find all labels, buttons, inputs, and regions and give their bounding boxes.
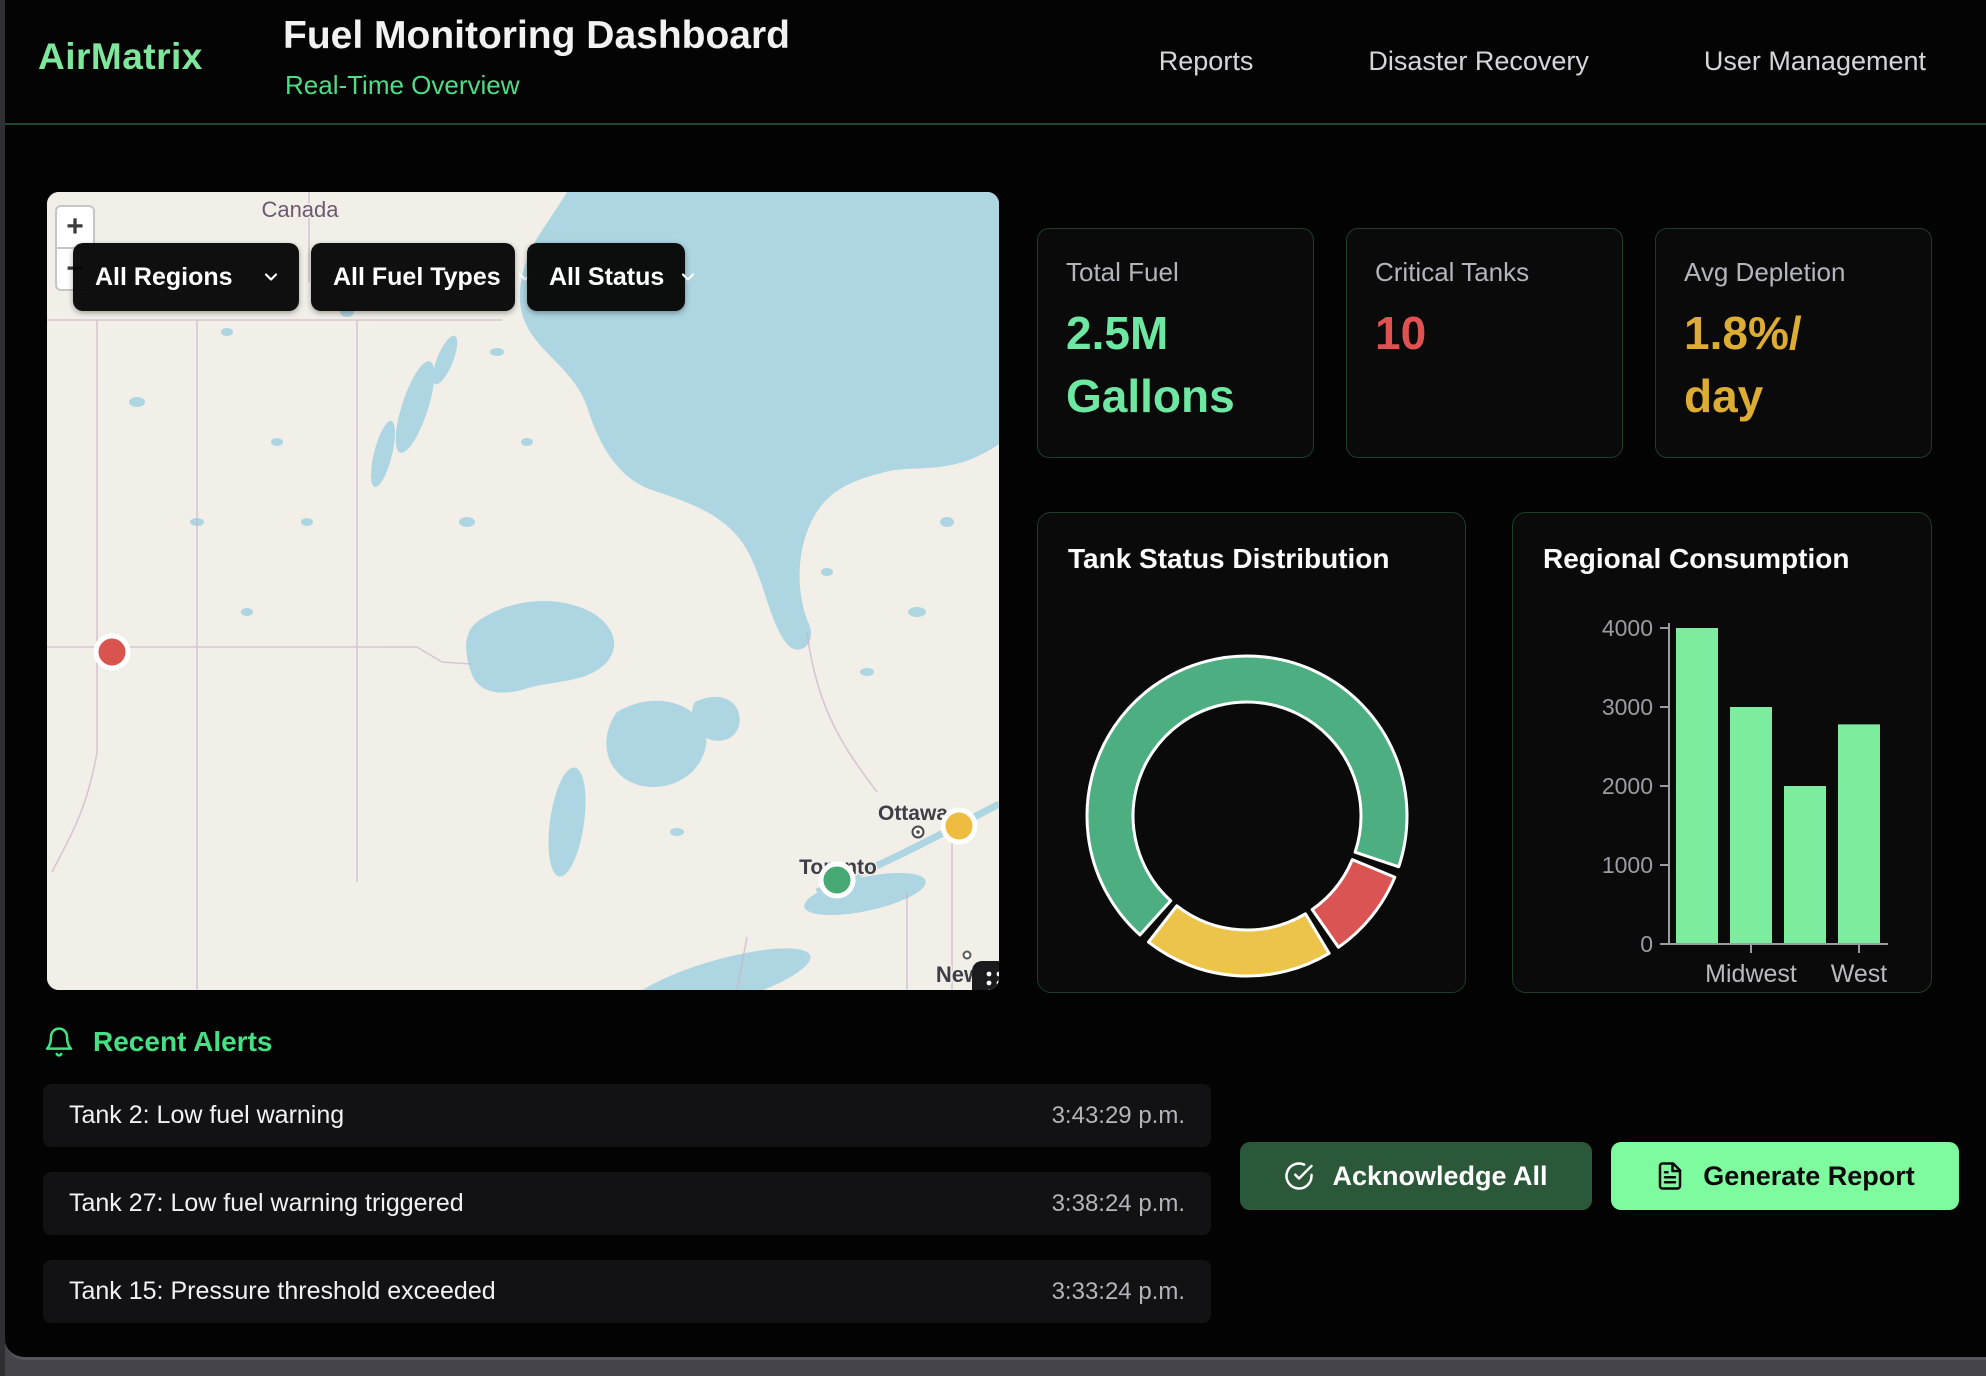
regions-filter-dropdown[interactable]: All Regions xyxy=(73,243,299,311)
bar-West xyxy=(1838,724,1880,944)
new-york-town-icon xyxy=(964,952,971,959)
tank-status-donut-chart xyxy=(1038,513,1467,991)
nav-item-user-management[interactable]: User Management xyxy=(1704,46,1926,77)
regional-consumption-card: Regional Consumption 01000200030004000Mi… xyxy=(1512,512,1932,993)
bar-series-2 xyxy=(1784,786,1826,944)
map-label-country: Canada xyxy=(261,197,339,222)
stat-card-total-fuel: Total Fuel 2.5M Gallons xyxy=(1037,228,1314,458)
x-axis-tick-label: West xyxy=(1831,960,1888,988)
drag-dots-icon xyxy=(983,969,999,990)
regions-filter-value: All Regions xyxy=(95,263,233,292)
alert-timestamp: 3:38:24 p.m. xyxy=(1052,1190,1185,1218)
map-marker-normal[interactable] xyxy=(821,864,853,896)
chevron-down-icon xyxy=(678,267,698,287)
stat-card-critical-tanks: Critical Tanks 10 xyxy=(1346,228,1623,458)
ottawa-town-icon xyxy=(913,827,924,838)
main-nav: Reports Disaster Recovery User Managemen… xyxy=(1159,0,1926,123)
alert-timestamp: 3:33:24 p.m. xyxy=(1052,1278,1185,1306)
y-axis-tick-label: 3000 xyxy=(1602,694,1653,720)
nav-item-reports[interactable]: Reports xyxy=(1159,46,1254,77)
y-axis-tick-label: 1000 xyxy=(1602,852,1653,878)
check-circle-icon xyxy=(1284,1161,1314,1191)
dashboard-page: AirMatrix Fuel Monitoring Dashboard Real… xyxy=(0,0,1986,1376)
donut-segment-critical xyxy=(1312,860,1395,948)
nav-item-disaster-recovery[interactable]: Disaster Recovery xyxy=(1368,46,1589,77)
y-axis-tick-label: 4000 xyxy=(1602,615,1653,641)
chevron-down-icon xyxy=(261,267,281,287)
recent-alerts-title: Recent Alerts xyxy=(93,1026,272,1058)
regional-consumption-bar-chart: 0 1000 2000 3000 4000 Midwest West xyxy=(1513,513,1933,991)
tank-status-distribution-card: Tank Status Distribution xyxy=(1037,512,1466,993)
alert-message: Tank 2: Low fuel warning xyxy=(69,1101,344,1130)
map-resize-handle[interactable] xyxy=(972,961,999,990)
app-container: AirMatrix Fuel Monitoring Dashboard Real… xyxy=(5,0,1986,1360)
map-label-ottawa: Ottawa xyxy=(878,802,948,825)
stat-label: Avg Depletion xyxy=(1684,257,1903,288)
generate-report-label: Generate Report xyxy=(1703,1161,1915,1192)
alert-row[interactable]: Tank 15: Pressure threshold exceeded 3:3… xyxy=(43,1260,1211,1323)
stat-value: 10 xyxy=(1375,302,1594,365)
alert-message: Tank 27: Low fuel warning triggered xyxy=(69,1189,464,1218)
tank-map[interactable]: Canada Ottawa Toronto New York + − xyxy=(47,192,999,990)
fuel-type-filter-dropdown[interactable]: All Fuel Types xyxy=(311,243,515,311)
page-title: Fuel Monitoring Dashboard xyxy=(283,14,790,58)
brand-logo: AirMatrix xyxy=(38,36,203,78)
bell-icon xyxy=(43,1026,75,1058)
y-axis-tick-label: 2000 xyxy=(1602,773,1653,799)
file-text-icon xyxy=(1655,1161,1685,1191)
x-axis-tick-label: Midwest xyxy=(1705,960,1797,988)
page-subtitle: Real-Time Overview xyxy=(285,70,520,101)
status-filter-value: All Status xyxy=(549,263,664,292)
header: AirMatrix Fuel Monitoring Dashboard Real… xyxy=(5,0,1986,125)
recent-alerts-heading: Recent Alerts xyxy=(43,1022,272,1062)
stat-card-avg-depletion: Avg Depletion 1.8%/ day xyxy=(1655,228,1932,458)
alert-row[interactable]: Tank 27: Low fuel warning triggered 3:38… xyxy=(43,1172,1211,1235)
y-axis-tick-label: 0 xyxy=(1640,931,1653,957)
alert-timestamp: 3:43:29 p.m. xyxy=(1052,1102,1185,1130)
acknowledge-all-button[interactable]: Acknowledge All xyxy=(1240,1142,1592,1210)
stat-value: 2.5M Gallons xyxy=(1066,302,1285,429)
alert-row[interactable]: Tank 2: Low fuel warning 3:43:29 p.m. xyxy=(43,1084,1211,1147)
stat-label: Total Fuel xyxy=(1066,257,1285,288)
generate-report-button[interactable]: Generate Report xyxy=(1611,1142,1959,1210)
stat-label: Critical Tanks xyxy=(1375,257,1594,288)
bar-Midwest xyxy=(1730,707,1772,944)
map-marker-warning[interactable] xyxy=(943,810,975,842)
alert-message: Tank 15: Pressure threshold exceeded xyxy=(69,1277,496,1306)
donut-segment-warning xyxy=(1148,906,1329,976)
map-marker-critical[interactable] xyxy=(96,636,128,668)
bar-series-0 xyxy=(1676,628,1718,944)
map-filter-row: All Regions All Fuel Types All Status xyxy=(73,243,685,311)
map-canvas: Canada Ottawa Toronto New York xyxy=(47,192,999,990)
fuel-type-filter-value: All Fuel Types xyxy=(333,263,501,292)
stat-value: 1.8%/ day xyxy=(1684,302,1903,429)
status-filter-dropdown[interactable]: All Status xyxy=(527,243,685,311)
acknowledge-all-label: Acknowledge All xyxy=(1332,1161,1547,1192)
